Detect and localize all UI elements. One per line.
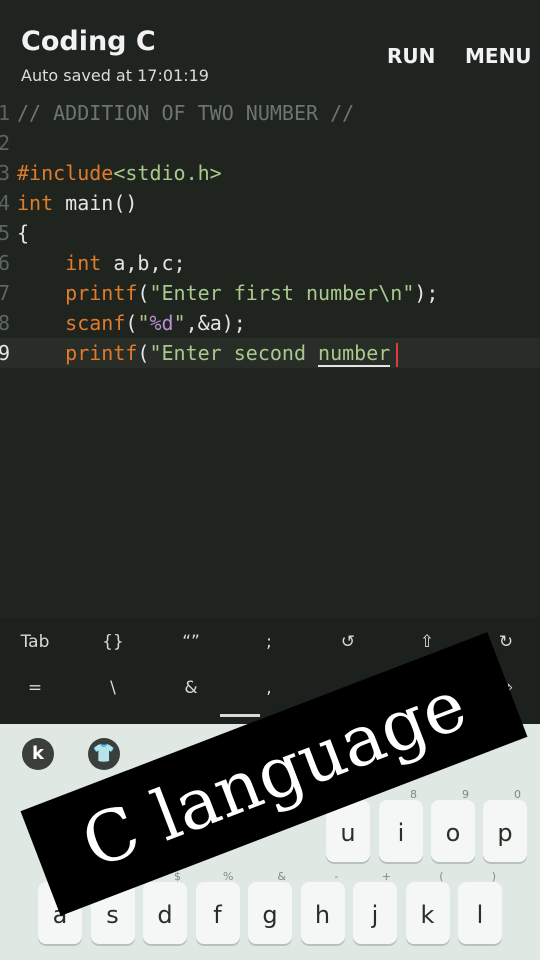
key-p[interactable]: 0p bbox=[483, 788, 527, 862]
code-token: " bbox=[173, 311, 186, 335]
key-hint: % bbox=[223, 870, 234, 883]
symbol-key[interactable]: , bbox=[239, 678, 299, 698]
key-g[interactable]: & g bbox=[248, 870, 292, 944]
code-token: number bbox=[318, 341, 391, 367]
code-token: ( bbox=[137, 341, 150, 365]
code-text: scanf("%d",&a); bbox=[17, 308, 246, 338]
code-token: "Enter second bbox=[149, 341, 319, 365]
symbol-key[interactable]: ; bbox=[239, 632, 299, 652]
key-h[interactable]: -h bbox=[300, 870, 345, 944]
code-token: { bbox=[17, 221, 30, 245]
line-number: 3 bbox=[0, 161, 10, 185]
code-text: // ADDITION OF TWO NUMBER // bbox=[17, 98, 354, 128]
code-text: int main() bbox=[17, 188, 137, 218]
symbol-key[interactable]: & bbox=[161, 678, 221, 698]
code-line[interactable]: 2 bbox=[0, 128, 540, 158]
line-number: 7 bbox=[0, 281, 10, 305]
key-hint: & bbox=[277, 870, 286, 883]
line-number: 6 bbox=[0, 251, 10, 275]
code-line[interactable]: 7 printf("Enter first number\n"); bbox=[0, 278, 540, 308]
symbol-key[interactable]: ↺ bbox=[318, 632, 378, 652]
symbol-key[interactable]: Tab bbox=[5, 632, 65, 652]
line-number: 2 bbox=[0, 131, 10, 155]
key-i[interactable]: 8i bbox=[379, 788, 423, 862]
code-token: ); bbox=[414, 281, 439, 305]
code-line[interactable]: 3 #include<stdio.h> bbox=[0, 158, 540, 188]
theme-shirt-icon[interactable]: 👕 bbox=[88, 738, 120, 770]
text-cursor bbox=[396, 342, 399, 367]
line-number: 1 bbox=[0, 101, 10, 125]
code-line[interactable]: 8 scanf("%d",&a); bbox=[0, 308, 540, 338]
key-hint: 8 bbox=[410, 788, 417, 801]
code-token: int bbox=[17, 191, 54, 215]
key-hint: 9 bbox=[462, 788, 469, 801]
key-hint: 0 bbox=[514, 788, 521, 801]
code-text: printf("Enter second number bbox=[17, 338, 399, 368]
app-title: Coding C bbox=[21, 26, 156, 57]
key-hint: ( bbox=[439, 870, 444, 883]
line-number: 5 bbox=[0, 221, 10, 245]
keyboard-logo-icon[interactable]: k bbox=[22, 738, 54, 770]
code-token: ,&a); bbox=[185, 311, 246, 335]
code-token: "Enter first number\n" bbox=[149, 281, 415, 305]
key-j[interactable]: + j bbox=[353, 870, 397, 944]
code-token: ( bbox=[137, 281, 150, 305]
key-l[interactable]: ) l bbox=[458, 870, 502, 944]
symbol-key[interactable]: \ bbox=[83, 678, 143, 698]
code-editor[interactable]: 1 // ADDITION OF TWO NUMBER // 2 3 #include<… bbox=[0, 98, 540, 618]
code-token: main() bbox=[53, 191, 138, 215]
symbol-key[interactable]: {} bbox=[83, 632, 143, 652]
symbol-key[interactable]: “” bbox=[161, 632, 221, 652]
code-token: int bbox=[65, 251, 102, 275]
menu-button[interactable]: MENU bbox=[465, 44, 532, 68]
key-d[interactable]: $ d bbox=[143, 870, 187, 944]
code-token: #include bbox=[17, 161, 114, 185]
key-o[interactable]: 9o bbox=[431, 788, 475, 862]
code-text: #include<stdio.h> bbox=[17, 158, 222, 188]
key-k[interactable]: (k bbox=[405, 870, 450, 944]
symbol-key[interactable]: = bbox=[5, 678, 65, 698]
code-text: { bbox=[17, 218, 29, 248]
code-token: printf bbox=[65, 341, 138, 365]
code-line[interactable]: 4 int main() bbox=[0, 188, 540, 218]
key-hint: + bbox=[381, 870, 391, 883]
autosave-status: Auto saved at 17:01:19 bbox=[21, 66, 209, 85]
app-bar: Coding C Auto saved at 17:01:19 RUN MENU bbox=[0, 0, 540, 98]
key-hint: - bbox=[334, 870, 339, 883]
code-token: // ADDITION OF TWO NUMBER // bbox=[17, 101, 355, 125]
code-token: %d bbox=[149, 311, 174, 335]
code-line[interactable]: 5{ bbox=[0, 218, 540, 248]
code-token: printf bbox=[65, 281, 138, 305]
key-f[interactable]: % f bbox=[195, 870, 240, 944]
code-text: int a,b,c; bbox=[17, 248, 186, 278]
line-number: 8 bbox=[0, 311, 10, 335]
code-line[interactable]: 1 // ADDITION OF TWO NUMBER // bbox=[0, 98, 540, 128]
code-line[interactable]: 6 int a,b,c; bbox=[0, 248, 540, 278]
code-token: " bbox=[137, 311, 150, 335]
code-line[interactable]: 9 printf("Enter second number bbox=[0, 338, 540, 368]
key-hint: ) bbox=[491, 870, 496, 883]
code-token: scanf bbox=[65, 311, 126, 335]
line-number: 9 bbox=[0, 341, 10, 365]
underscore-key[interactable] bbox=[220, 714, 260, 717]
code-token: <stdio.h> bbox=[113, 161, 222, 185]
line-number: 4 bbox=[0, 191, 10, 215]
code-text: printf("Enter first number\n"); bbox=[17, 278, 438, 308]
code-token: ( bbox=[125, 311, 138, 335]
run-button[interactable]: RUN bbox=[387, 44, 435, 68]
code-token: a,b,c; bbox=[101, 251, 186, 275]
